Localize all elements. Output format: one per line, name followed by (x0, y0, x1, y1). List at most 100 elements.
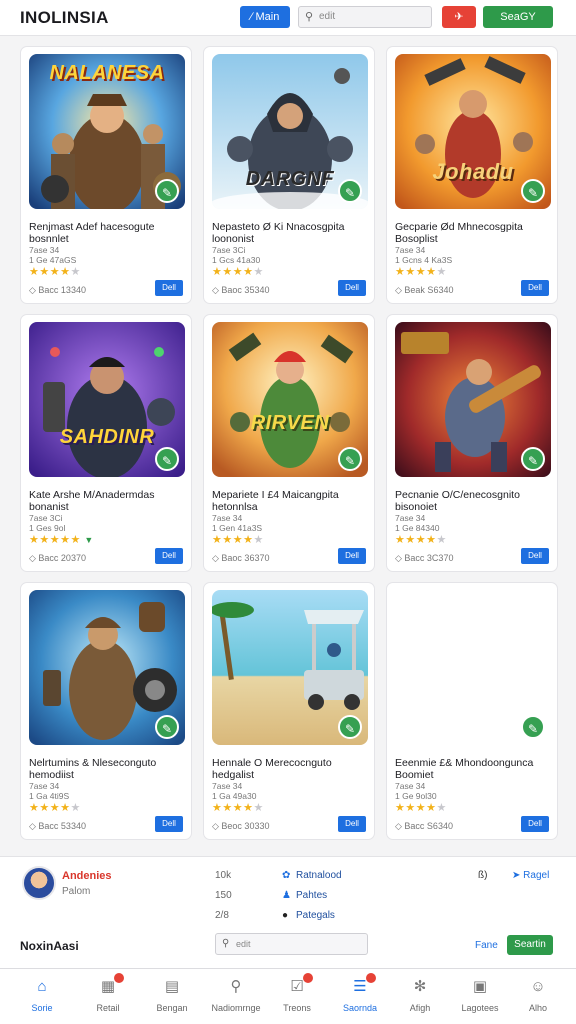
card-meta: 7ase 34 (29, 781, 60, 791)
card-size-text: Beak S6340 (404, 285, 454, 295)
game-card[interactable]: ✎ Nelrtumins & Nleseconguto hemodiist 7a… (20, 582, 192, 840)
footer-link[interactable]: ✿ Ratnalood (282, 870, 342, 881)
edit-icon[interactable]: ✎ (155, 179, 179, 203)
check-icon: ☑ (287, 973, 313, 997)
footer-link[interactable]: ♟ Pahtes (282, 890, 327, 901)
box-icon: ▣ (472, 978, 488, 995)
card-size: ◇ Bacc 3C370 (395, 553, 453, 564)
card-size-text: Bacc 53340 (38, 821, 86, 831)
search-placeholder: edit (236, 939, 251, 949)
card-title: Kate Arshe M/Anadermdas bonanist (29, 489, 155, 513)
detail-button[interactable]: Dell (338, 548, 366, 564)
tag-icon: ◇ (212, 553, 222, 563)
detail-button[interactable]: Dell (155, 816, 183, 832)
main-button[interactable]: ∕ Main (240, 6, 290, 28)
game-thumbnail[interactable]: ✎ (395, 590, 551, 745)
footer-search-input[interactable]: ⚲ edit (215, 933, 368, 955)
game-thumbnail[interactable]: ✎ (29, 590, 185, 745)
card-size-text: Bacc S6340 (404, 821, 453, 831)
thumbnail-title: RIRVEN (250, 412, 330, 434)
tab-saornda[interactable]: ☰ Saornda (328, 969, 392, 1024)
game-card[interactable]: SAHDINR ✎ Kate Arshe M/Anadermdas bonani… (20, 314, 192, 572)
detail-button[interactable]: Dell (521, 816, 549, 832)
notification-badge (366, 973, 376, 983)
user-name[interactable]: Andenies (62, 870, 112, 882)
game-card[interactable]: NALANESA ✎ Renjmast Adef hacesogute bosn… (20, 46, 192, 304)
card-size-text: Bacc 3C370 (404, 553, 454, 563)
game-thumbnail[interactable]: ✎ (395, 322, 551, 477)
game-card[interactable]: Johadu ✎ Gecparie Ød Mhnecosgpita Bosopl… (386, 46, 558, 304)
tab-afigh[interactable]: ✻ Afigh (388, 969, 452, 1024)
card-meta: 7ase 3Ci (29, 513, 63, 523)
card-size-text: Baoc 36370 (221, 553, 270, 563)
edit-icon[interactable]: ✎ (521, 447, 545, 471)
edit-icon[interactable]: ✎ (155, 715, 179, 739)
edit-icon[interactable]: ✎ (155, 447, 179, 471)
edit-icon[interactable]: ✎ (338, 179, 362, 203)
game-card[interactable]: DARGNF ✎ Nepasteto Ø Ki Nnacosgpita loon… (203, 46, 375, 304)
card-size: ◇ Bacc S6340 (395, 821, 453, 832)
card-meta: 7ase 34 (29, 245, 60, 255)
detail-button[interactable]: Dell (521, 280, 549, 296)
card-meta-secondary: 1 Ges 9ol (29, 523, 66, 533)
send-icon: ✈ (454, 11, 464, 23)
game-card[interactable]: RIRVEN ✎ Mepariete I £4 Maicangpita heto… (203, 314, 375, 572)
more-link[interactable]: ➤ Ragel (512, 870, 549, 881)
tag-icon: ◇ (395, 821, 405, 831)
card-title: Nepasteto Ø Ki Nnacosgpita loononist (212, 221, 345, 245)
tab-bengan[interactable]: ▤ Bengan (140, 969, 204, 1024)
card-meta-secondary: 1 Gcns 4 Ka3S (395, 255, 453, 265)
edit-icon[interactable]: ✎ (521, 179, 545, 203)
detail-button[interactable]: Dell (155, 280, 183, 296)
bottom-tab-bar: ⌂ Sorie ▦ Retail ▤ Bengan ⚲ Nadiomrnge ☑… (0, 968, 576, 1024)
game-card[interactable]: ✎ Eeenmie £& Mhondoongunca Boomiet 7ase … (386, 582, 558, 840)
card-size-text: Bacc 20370 (38, 553, 86, 563)
send-button[interactable]: ✈ (442, 6, 476, 28)
card-meta: 7ase 34 (395, 781, 426, 791)
card-meta-secondary: 1 Ga 49a30 (212, 791, 257, 801)
card-meta: 7ase 34 (395, 245, 426, 255)
tag-icon: ◇ (395, 285, 405, 295)
tab-nadiomrnge[interactable]: ⚲ Nadiomrnge (204, 969, 268, 1024)
card-title: Pecnanie O/C/enecosgnito bisonoiet (395, 489, 520, 513)
fane-link[interactable]: Fane (475, 940, 498, 951)
edit-icon[interactable]: ✎ (338, 715, 362, 739)
edit-icon[interactable]: ✎ (338, 447, 362, 471)
list-icon: ☰ (350, 973, 376, 997)
tab-lagotees[interactable]: ▣ Lagotees (448, 969, 512, 1024)
game-thumbnail[interactable]: SAHDINR ✎ (29, 322, 185, 477)
tab-alho[interactable]: ☺ Alho (506, 969, 570, 1024)
avatar[interactable] (22, 866, 56, 900)
game-card[interactable]: ✎ Pecnanie O/C/enecosgnito bisonoiet 7as… (386, 314, 558, 572)
tab-sorie[interactable]: ⌂ Sorie (10, 969, 74, 1024)
game-thumbnail[interactable]: RIRVEN ✎ (212, 322, 368, 477)
footer-link[interactable]: ● Pategals (282, 910, 335, 921)
search-input[interactable]: ⚲ edit (298, 6, 432, 28)
game-card[interactable]: ✎ Hennale O Merecocnguto hedgalist 7ase … (203, 582, 375, 840)
game-thumbnail[interactable]: NALANESA ✎ (29, 54, 185, 209)
game-thumbnail[interactable]: ✎ (212, 590, 368, 745)
tab-treons[interactable]: ☑ Treons (265, 969, 329, 1024)
card-size-text: Beoc 30330 (221, 821, 270, 831)
edit-icon[interactable]: ✎ (521, 715, 545, 739)
signup-button[interactable]: SeaGY (483, 6, 553, 28)
tab-label: Bengan (156, 1003, 188, 1013)
detail-button[interactable]: Dell (155, 548, 183, 564)
search-icon: ⚲ (222, 938, 230, 949)
detail-button[interactable]: Dell (338, 280, 366, 296)
star-rating: ★★★★★ ▼ (29, 534, 94, 546)
card-size-text: Bacc 13340 (38, 285, 86, 295)
card-meta-secondary: 1 Ge 47aGS (29, 255, 77, 265)
game-thumbnail[interactable]: Johadu ✎ (395, 54, 551, 209)
game-thumbnail[interactable]: DARGNF ✎ (212, 54, 368, 209)
tag-icon: ◇ (29, 821, 39, 831)
card-title: Eeenmie £& Mhondoongunca Boomiet (395, 757, 534, 781)
card-size: ◇ Beak S6340 (395, 285, 453, 296)
search-button[interactable]: Seartin (507, 935, 553, 955)
detail-button[interactable]: Dell (521, 548, 549, 564)
thumbnail-title: NALANESA (49, 62, 165, 84)
detail-button[interactable]: Dell (338, 816, 366, 832)
card-size: ◇ Bacc 53340 (29, 821, 86, 832)
tag-icon: ◇ (29, 553, 39, 563)
tab-retail[interactable]: ▦ Retail (76, 969, 140, 1024)
